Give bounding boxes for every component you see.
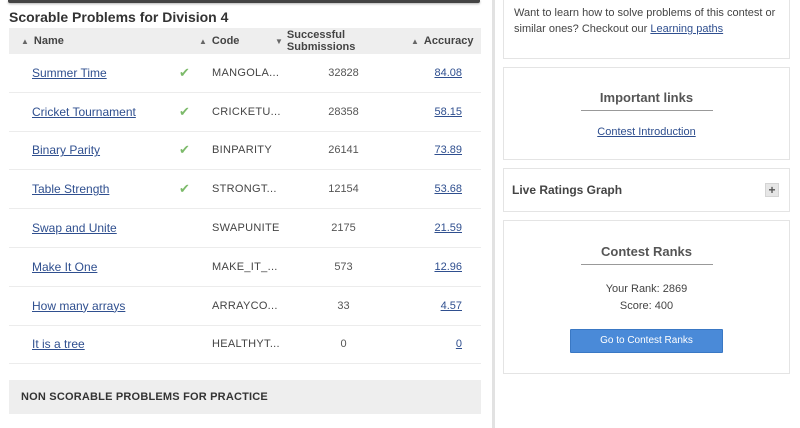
header-name-label: Name (33, 35, 64, 47)
live-ratings-card[interactable]: Live Ratings Graph + (503, 168, 790, 212)
problem-code: CRICKETU... (212, 105, 281, 118)
header-code[interactable]: ▲︎ Code (199, 35, 275, 47)
problem-link[interactable]: Make It One (32, 260, 97, 274)
successful-count: 32828 (328, 66, 359, 79)
table-header: ▲︎ Name ▲︎ Code ▼ Successful Submissions… (9, 28, 481, 54)
header-accuracy-label: Accuracy (423, 35, 474, 47)
header-name[interactable]: ▲︎ Name (9, 35, 199, 47)
problem-link[interactable]: Binary Parity (32, 143, 100, 157)
learning-paths-link[interactable]: Learning paths (650, 23, 723, 35)
problem-code: ARRAYCO... (212, 299, 278, 312)
header-code-label: Code (211, 35, 240, 47)
table-row: Table Strength ✔ STRONGT... 12154 53.68 (9, 170, 481, 210)
table-row: It is a tree HEALTHYT... 0 0 (9, 326, 481, 365)
check-icon: ✔ (179, 181, 190, 197)
accuracy-link[interactable]: 58.15 (434, 106, 462, 118)
your-rank: Your Rank: 2869 (605, 283, 688, 295)
problem-code: MAKE_IT_... (212, 260, 278, 273)
sort-icon: ▲︎ (411, 36, 419, 46)
successful-count: 33 (337, 299, 350, 312)
accuracy-link[interactable]: 53.68 (434, 183, 462, 195)
check-icon: ✔ (179, 64, 190, 80)
live-ratings-title: Live Ratings Graph (512, 183, 623, 197)
accuracy-link[interactable]: 12.96 (434, 261, 462, 273)
table-row: How many arrays ARRAYCO... 33 4.57 (9, 287, 481, 326)
learn-text: Want to learn how to solve problems of t… (514, 7, 776, 35)
accuracy-link[interactable]: 4.57 (441, 300, 462, 312)
table-row: Binary Parity ✔ BINPARITY 26141 73.89 (9, 132, 481, 171)
successful-count: 2175 (331, 222, 356, 235)
successful-count: 28358 (328, 105, 359, 118)
learn-card: Want to learn how to solve problems of t… (503, 0, 790, 59)
problem-code: STRONGT... (212, 183, 277, 196)
contest-ranks-card: Contest Ranks Your Rank: 2869 Score: 400… (503, 220, 790, 374)
problem-link[interactable]: Table Strength (32, 182, 109, 196)
accuracy-link[interactable]: 21.59 (434, 222, 462, 234)
problem-code: BINPARITY (212, 144, 272, 157)
check-icon: ✔ (179, 142, 190, 158)
contest-ranks-button[interactable]: Go to Contest Ranks (570, 329, 723, 353)
table-body: Summer Time ✔ MANGOLA... 32828 84.08 Cri… (9, 54, 481, 365)
header-successful[interactable]: ▼ Successful Submissions (275, 29, 411, 53)
problem-link[interactable]: It is a tree (32, 337, 85, 351)
successful-count: 0 (340, 338, 347, 351)
problem-code: SWAPUNITE (212, 222, 280, 235)
problem-link[interactable]: Cricket Tournament (32, 105, 136, 119)
top-divider (8, 0, 480, 3)
contest-introduction-link[interactable]: Contest Introduction (597, 126, 695, 138)
successful-count: 12154 (328, 183, 359, 196)
accuracy-link[interactable]: 73.89 (434, 144, 462, 156)
problem-link[interactable]: Swap and Unite (32, 221, 117, 235)
sort-desc-icon: ▼ (275, 36, 283, 46)
non-scorable-header[interactable]: NON SCORABLE PROBLEMS FOR PRACTICE (9, 380, 481, 414)
problem-code: MANGOLA... (212, 66, 280, 79)
table-row: Make It One MAKE_IT_... 573 12.96 (9, 248, 481, 287)
accuracy-link[interactable]: 84.08 (434, 67, 462, 79)
section-title: Scorable Problems for Division 4 (9, 9, 229, 25)
check-icon: ✔ (179, 103, 190, 119)
plus-icon[interactable]: + (765, 183, 779, 197)
problems-table: ▲︎ Name ▲︎ Code ▼ Successful Submissions… (9, 28, 481, 365)
accuracy-link[interactable]: 0 (456, 338, 462, 350)
contest-ranks-title: Contest Ranks (600, 244, 693, 259)
header-successful-label: Successful Submissions (286, 29, 356, 53)
table-row: Cricket Tournament ✔ CRICKETU... 28358 5… (9, 93, 481, 132)
header-accuracy[interactable]: ▲︎ Accuracy (411, 35, 481, 47)
successful-count: 26141 (328, 144, 359, 157)
problems-panel: Scorable Problems for Division 4 ▲︎ Name… (0, 0, 492, 428)
table-row: Summer Time ✔ MANGOLA... 32828 84.08 (9, 54, 481, 93)
table-row: Swap and Unite SWAPUNITE 2175 21.59 (9, 209, 481, 248)
score: Score: 400 (619, 300, 674, 312)
sidebar: Want to learn how to solve problems of t… (495, 0, 800, 428)
heading-underline (580, 110, 713, 111)
problem-code: HEALTHYT... (212, 338, 280, 351)
problem-link[interactable]: Summer Time (32, 66, 107, 80)
successful-count: 573 (334, 260, 353, 273)
problem-link[interactable]: How many arrays (32, 299, 125, 313)
important-links-card: Important links Contest Introduction (503, 67, 790, 160)
sort-icon: ▲︎ (199, 36, 207, 46)
sort-icon: ▲︎ (21, 36, 29, 46)
heading-underline (580, 264, 713, 265)
important-links-title: Important links (599, 90, 694, 105)
